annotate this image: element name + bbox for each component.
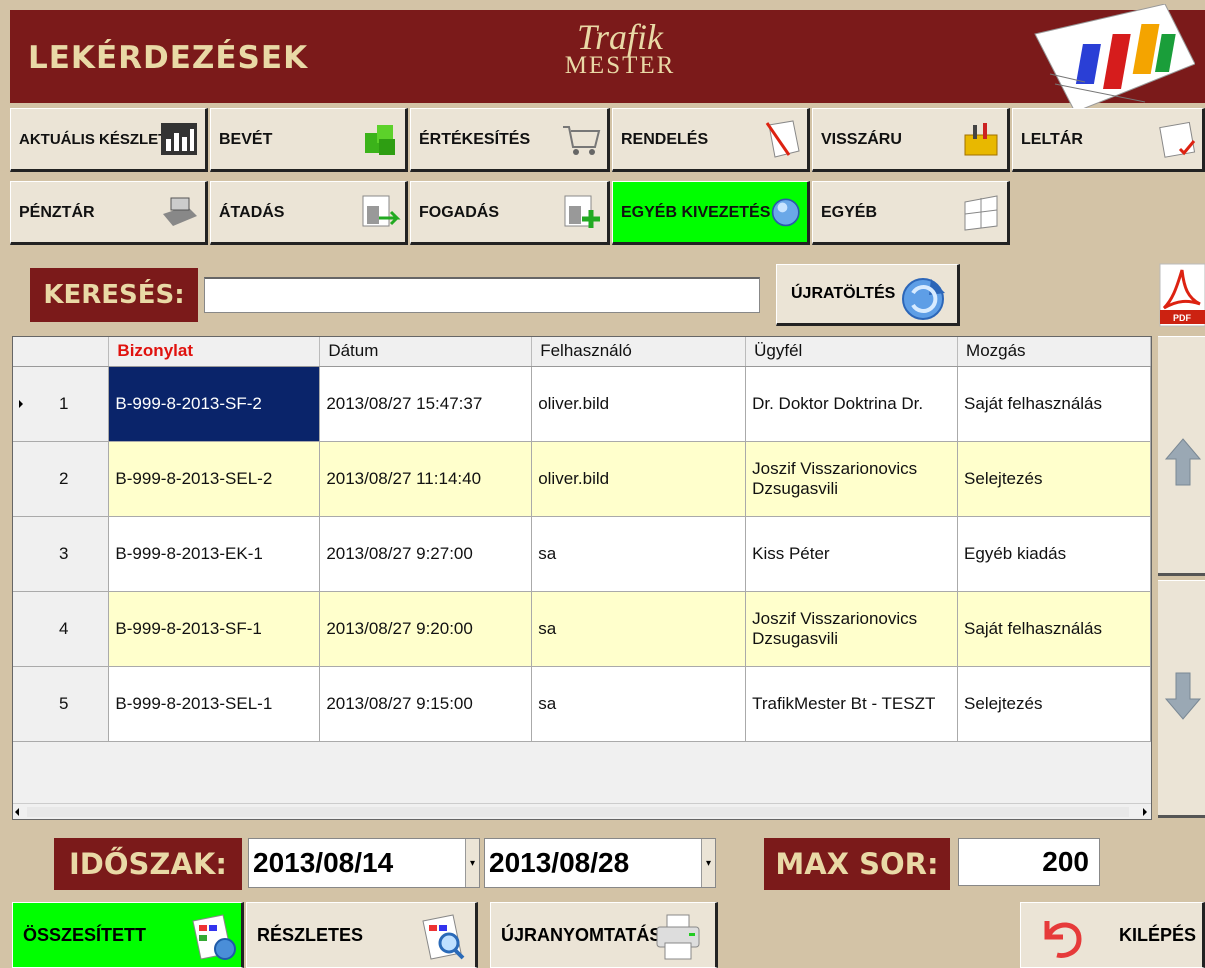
page-title: LEKÉRDEZÉSEK [28, 40, 309, 76]
grid-corner [13, 337, 110, 367]
report-chart-icon [1034, 4, 1195, 112]
grid-header-row: Bizonylat Dátum Felhasználó Ügyfél Mozgá… [13, 337, 1151, 367]
cell-datum[interactable]: 2013/08/27 9:20:00 [319, 591, 533, 667]
report-icon [192, 914, 236, 960]
date-from-picker[interactable]: 2013/08/14 ▾ [248, 838, 480, 888]
cash-register-icon [163, 197, 197, 226]
toolbox-icon [964, 123, 998, 156]
bar-chart-icon [161, 123, 197, 155]
results-grid[interactable]: Bizonylat Dátum Felhasználó Ügyfél Mozgá… [12, 336, 1152, 820]
search-label: KERESÉS: [30, 268, 198, 322]
cell-mozgas[interactable]: Saját felhasználás [957, 366, 1151, 442]
down-arrow-icon [1164, 672, 1202, 720]
green-boxes-icon [365, 125, 395, 155]
visszaru-button[interactable]: VISSZÁRU [812, 108, 1010, 172]
column-header-ugyfel[interactable]: Ügyfél [745, 337, 959, 367]
row-header[interactable]: 5 [13, 666, 110, 742]
scroll-right-icon[interactable] [1143, 808, 1147, 816]
aktualis-keszlet-button[interactable]: AKTUÁLIS KÉSZLET [10, 108, 208, 172]
order-form-icon [765, 120, 800, 158]
scroll-down-button[interactable] [1158, 580, 1205, 818]
windows-icon [964, 195, 998, 231]
row-header[interactable]: 4 [13, 591, 110, 667]
cell-felhasznalo[interactable]: oliver.bild [531, 366, 747, 442]
column-header-felhasznalo[interactable]: Felhasználó [531, 337, 747, 367]
undo-icon [1044, 921, 1082, 958]
cell-felhasznalo[interactable]: sa [531, 591, 747, 667]
penztar-button[interactable]: PÉNZTÁR [10, 181, 208, 245]
horizontal-scrollbar[interactable] [13, 803, 1151, 819]
table-row[interactable]: 2 B-999-8-2013-SEL-2 2013/08/27 11:14:40… [13, 441, 1151, 517]
column-header-mozgas[interactable]: Mozgás [957, 337, 1151, 367]
scroll-left-icon[interactable] [15, 808, 19, 816]
max-rows-input[interactable]: 200 [958, 838, 1100, 886]
dropdown-arrow-icon[interactable]: ▾ [701, 839, 715, 887]
egyeb-kivezetes-button[interactable]: EGYÉB KIVEZETÉS [612, 181, 810, 245]
cell-mozgas[interactable]: Saját felhasználás [957, 591, 1151, 667]
cell-felhasznalo[interactable]: sa [531, 666, 747, 742]
current-row-indicator-icon [19, 399, 23, 408]
max-rows-label: MAX SOR: [764, 838, 950, 890]
magnifier-icon [422, 914, 465, 960]
cell-datum[interactable]: 2013/08/27 11:14:40 [319, 441, 533, 517]
table-row[interactable]: 5 B-999-8-2013-SEL-1 2013/08/27 9:15:00 … [13, 666, 1151, 742]
exit-button[interactable]: KILÉPÉS [1020, 902, 1205, 968]
refresh-icon [902, 278, 945, 320]
cell-datum[interactable]: 2013/08/27 15:47:37 [319, 366, 533, 442]
svg-text:PDF: PDF [1173, 313, 1192, 323]
cell-mozgas[interactable]: Selejtezés [957, 441, 1151, 517]
ertekesites-button[interactable]: ÉRTÉKESÍTÉS [410, 108, 610, 172]
receive-icon [564, 195, 600, 228]
column-header-datum[interactable]: Dátum [319, 337, 533, 367]
search-input[interactable] [204, 277, 760, 313]
cell-ugyfel[interactable]: Kiss Péter [745, 516, 959, 592]
cell-ugyfel[interactable]: Dr. Doktor Doktrina Dr. [745, 366, 959, 442]
detailed-button[interactable]: RÉSZLETES [246, 902, 478, 968]
app-header: LEKÉRDEZÉSEK Trafik MESTER [10, 4, 1205, 112]
cell-ugyfel[interactable]: Joszif Visszarionovics Dzsugasvili [745, 591, 959, 667]
pdf-icon[interactable]: PDF [1158, 260, 1205, 328]
transfer-icon [362, 195, 401, 227]
cell-ugyfel[interactable]: TrafikMester Bt - TESZT [745, 666, 959, 742]
cell-bizonylat[interactable]: B-999-8-2013-SF-2 [108, 366, 321, 442]
info-icon [771, 198, 800, 227]
cell-datum[interactable]: 2013/08/27 9:27:00 [319, 516, 533, 592]
cell-felhasznalo[interactable]: oliver.bild [531, 441, 747, 517]
table-row[interactable]: 1 B-999-8-2013-SF-2 2013/08/27 15:47:37 … [13, 366, 1151, 442]
scroll-up-button[interactable] [1158, 336, 1205, 576]
rendeles-button[interactable]: RENDELÉS [612, 108, 810, 172]
table-row[interactable]: 3 B-999-8-2013-EK-1 2013/08/27 9:27:00 s… [13, 516, 1151, 592]
leltar-button[interactable]: LELTÁR [1012, 108, 1205, 172]
cell-bizonylat[interactable]: B-999-8-2013-SEL-2 [108, 441, 321, 517]
egyeb-button[interactable]: EGYÉB [812, 181, 1010, 245]
fogadas-button[interactable]: FOGADÁS [410, 181, 610, 245]
dropdown-arrow-icon[interactable]: ▾ [465, 839, 479, 887]
row-header[interactable]: 3 [13, 516, 110, 592]
date-to-picker[interactable]: 2013/08/28 ▾ [484, 838, 716, 888]
cell-felhasznalo[interactable]: sa [531, 516, 747, 592]
cell-bizonylat[interactable]: B-999-8-2013-EK-1 [108, 516, 321, 592]
scroll-track[interactable] [27, 807, 1129, 817]
summary-button[interactable]: ÖSSZESÍTETT [12, 902, 244, 968]
cell-bizonylat[interactable]: B-999-8-2013-SF-1 [108, 591, 321, 667]
atadas-button[interactable]: ÁTADÁS [210, 181, 408, 245]
trafikmester-logo: Trafik MESTER [564, 17, 676, 79]
printer-icon [656, 914, 700, 960]
reload-button[interactable]: ÚJRATÖLTÉS [776, 264, 960, 326]
row-header[interactable]: 2 [13, 441, 110, 517]
checklist-icon [1159, 121, 1196, 158]
cell-mozgas[interactable]: Egyéb kiadás [957, 516, 1151, 592]
up-arrow-icon [1164, 438, 1202, 486]
shopping-cart-icon [563, 126, 601, 155]
column-header-bizonylat[interactable]: Bizonylat [108, 337, 321, 367]
period-label: IDŐSZAK: [54, 838, 242, 890]
table-row[interactable]: 4 B-999-8-2013-SF-1 2013/08/27 9:20:00 s… [13, 591, 1151, 667]
cell-bizonylat[interactable]: B-999-8-2013-SEL-1 [108, 666, 321, 742]
bevet-button[interactable]: BEVÉT [210, 108, 408, 172]
cell-ugyfel[interactable]: Joszif Visszarionovics Dzsugasvili [745, 441, 959, 517]
reprint-button[interactable]: ÚJRANYOMTATÁS [490, 902, 718, 968]
cell-datum[interactable]: 2013/08/27 9:15:00 [319, 666, 533, 742]
cell-mozgas[interactable]: Selejtezés [957, 666, 1151, 742]
row-header[interactable]: 1 [13, 366, 110, 442]
